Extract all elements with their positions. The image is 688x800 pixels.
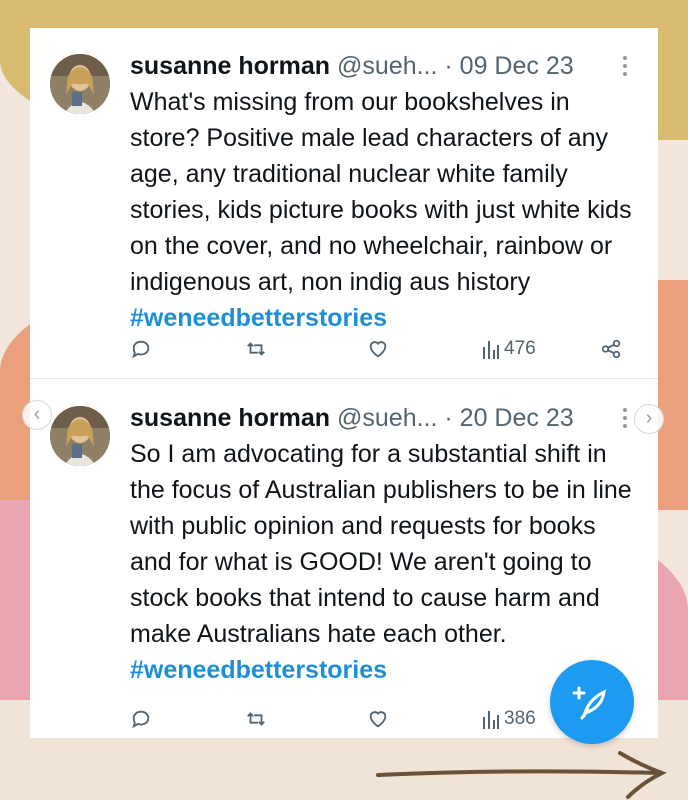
carousel-next-button[interactable]: ›: [634, 404, 664, 434]
tweet-date[interactable]: · 20 Dec 23: [444, 404, 573, 432]
share-button[interactable]: [600, 336, 622, 362]
like-button[interactable]: [367, 336, 389, 362]
hashtag-link[interactable]: #weneedbetterstories: [130, 656, 387, 684]
tweet-header: susanne horman @sueh... · 20 Dec 23: [130, 402, 628, 434]
tweet[interactable]: susanne horman @sueh... · 09 Dec 23 What…: [30, 28, 658, 378]
reply-button[interactable]: [130, 706, 152, 732]
author-name[interactable]: susanne horman: [130, 52, 330, 80]
views-icon: [483, 341, 499, 359]
avatar[interactable]: [50, 406, 110, 466]
tweet-actions: 476: [130, 336, 630, 366]
compose-button[interactable]: [550, 660, 634, 744]
author-handle[interactable]: @sueh...: [337, 404, 437, 432]
retweet-icon: [247, 712, 265, 726]
reply-button[interactable]: [130, 336, 152, 362]
arrow-decoration: [376, 751, 668, 799]
retweet-button[interactable]: [245, 706, 267, 732]
reply-icon: [132, 340, 150, 359]
tweet-text: What's missing from our bookshelves in s…: [130, 84, 640, 336]
divider: [30, 378, 658, 379]
views-count: 386: [504, 708, 536, 729]
hashtag-link[interactable]: #weneedbetterstories: [130, 304, 387, 332]
tweet-body: So I am advocating for a substantial shi…: [130, 440, 632, 648]
share-icon: [601, 339, 621, 359]
carousel-prev-button[interactable]: ‹: [22, 400, 52, 430]
tweet-card: susanne horman @sueh... · 09 Dec 23 What…: [30, 28, 658, 738]
retweet-button[interactable]: [245, 336, 267, 362]
tweet-text: So I am advocating for a substantial shi…: [130, 436, 640, 688]
retweet-icon: [247, 342, 265, 356]
like-icon: [369, 341, 387, 358]
compose-icon: [572, 686, 606, 720]
tweet-body: What's missing from our bookshelves in s…: [130, 88, 632, 296]
author-name[interactable]: susanne horman: [130, 404, 330, 432]
like-button[interactable]: [367, 706, 389, 732]
more-icon[interactable]: [622, 56, 628, 78]
avatar[interactable]: [50, 54, 110, 114]
views-button[interactable]: 386: [482, 706, 536, 732]
tweet-date[interactable]: · 09 Dec 23: [444, 52, 573, 80]
author-handle[interactable]: @sueh...: [337, 52, 437, 80]
views-button[interactable]: 476: [482, 336, 536, 362]
more-icon[interactable]: [622, 408, 628, 430]
like-icon: [369, 711, 387, 728]
reply-icon: [132, 710, 150, 729]
views-icon: [483, 711, 499, 729]
tweet-header: susanne horman @sueh... · 09 Dec 23: [130, 50, 628, 82]
views-count: 476: [504, 338, 536, 359]
